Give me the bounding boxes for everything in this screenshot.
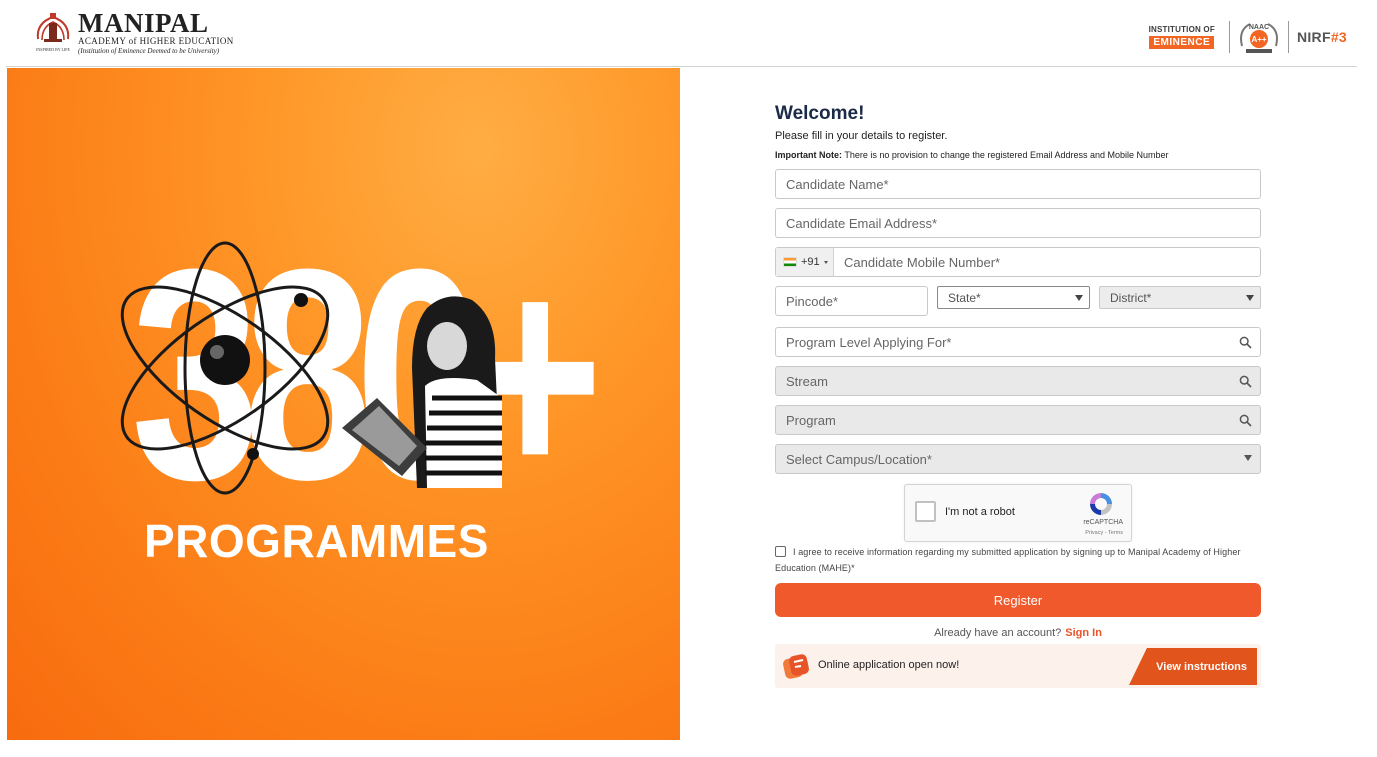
district-placeholder: District* [1110, 290, 1152, 305]
country-code-value: +91 [801, 256, 820, 268]
divider [1287, 21, 1289, 53]
chevron-down-icon [1075, 295, 1083, 301]
manipal-logo[interactable]: INSPIRED BY LIFE MANIPAL ACADEMY of HIGH… [32, 8, 233, 56]
chevron-down-icon [823, 260, 828, 264]
hero-illustration: 380+ [120, 206, 616, 542]
pincode-input[interactable]: Pincode* [775, 286, 928, 316]
candidate-name-input[interactable]: Candidate Name* [775, 169, 1261, 199]
campus-location-select[interactable]: Select Campus/Location* [775, 444, 1261, 474]
chevron-down-icon [1246, 295, 1254, 301]
search-icon [1239, 414, 1252, 427]
program-level-input[interactable]: Program Level Applying For* [775, 327, 1261, 357]
banner-text: Online application open now! [818, 659, 960, 671]
register-button[interactable]: Register [775, 583, 1261, 617]
manipal-emblem-icon: INSPIRED BY LIFE [36, 13, 70, 52]
important-note-label: Important Note: [775, 150, 842, 160]
candidate-name-placeholder: Candidate Name* [786, 176, 889, 192]
naac-grade-text: A++ [1251, 35, 1266, 44]
recaptcha-terms-link[interactable]: Privacy - Terms [1085, 530, 1123, 536]
program-placeholder: Program [786, 412, 836, 428]
important-note: Important Note: There is no provision to… [775, 150, 1169, 160]
search-icon [1239, 375, 1252, 388]
site-header: INSPIRED BY LIFE MANIPAL ACADEMY of HIGH… [0, 0, 1377, 67]
recaptcha-brand: reCAPTCHA [1083, 519, 1123, 526]
candidate-email-input[interactable]: Candidate Email Address* [775, 208, 1261, 238]
stream-placeholder: Stream [786, 373, 828, 389]
important-note-text: There is no provision to change the regi… [842, 150, 1169, 160]
recaptcha-checkbox[interactable] [915, 501, 936, 522]
view-instructions-button[interactable]: View instructions [1129, 648, 1257, 685]
state-select[interactable]: State* [937, 286, 1090, 309]
hero-big-number: 380+ [131, 206, 594, 542]
accreditation-badges: INSTITUTION OF EMINENCE NAAC A++ NIRF#3 [1149, 20, 1347, 54]
form-intro: Please fill in your details to register. [775, 130, 948, 142]
stream-input[interactable]: Stream [775, 366, 1261, 396]
application-banner: Online application open now! View instru… [775, 644, 1261, 688]
application-form-icon [783, 654, 809, 679]
hero-caption: PROGRAMMES [144, 515, 489, 567]
recaptcha-logo-icon [1090, 493, 1112, 515]
divider [1228, 21, 1230, 53]
district-select[interactable]: District* [1099, 286, 1261, 309]
ioe-top-text: INSTITUTION OF [1148, 25, 1215, 34]
consent-checkbox[interactable] [775, 546, 786, 557]
recaptcha-widget: I'm not a robot reCAPTCHA Privacy - Term… [904, 484, 1132, 542]
candidate-mobile-input[interactable]: +91 Candidate Mobile Number* [775, 247, 1261, 277]
naac-top-text: NAAC [1249, 24, 1269, 31]
ioe-bottom-text: EMINENCE [1149, 36, 1215, 49]
recaptcha-label: I'm not a robot [945, 506, 1015, 518]
logo-subtitle: ACADEMY of HIGHER EDUCATION [78, 36, 234, 46]
hero-banner: 380+ PROGRAMMES [7, 68, 680, 740]
state-placeholder: State* [948, 290, 981, 305]
candidate-email-placeholder: Candidate Email Address* [786, 215, 938, 231]
form-title: Welcome! [775, 103, 865, 124]
consent-text: I agree to receive information regarding… [775, 547, 1241, 573]
signin-prompt-row: Already have an account? Sign In [775, 627, 1261, 639]
nirf-rank-badge: NIRF#3 [1297, 29, 1347, 45]
naac-badge-icon: NAAC A++ [1239, 23, 1278, 53]
campus-location-placeholder: Select Campus/Location* [786, 451, 932, 467]
logo-tagline: (Institution of Eminence Deemed to be Un… [78, 47, 220, 55]
logo-name: MANIPAL [78, 8, 209, 38]
candidate-mobile-placeholder: Candidate Mobile Number* [844, 254, 1001, 270]
signin-prompt: Already have an account? [934, 627, 1062, 639]
search-icon [1239, 336, 1252, 349]
header-divider [6, 66, 1357, 67]
nirf-rank: #3 [1330, 29, 1347, 45]
india-flag-icon [783, 257, 797, 267]
pincode-placeholder: Pincode* [786, 293, 839, 309]
consent-row: I agree to receive information regarding… [775, 544, 1261, 576]
program-input[interactable]: Program [775, 405, 1261, 435]
institution-of-eminence-badge: INSTITUTION OF EMINENCE [1149, 25, 1215, 49]
svg-text:INSPIRED BY LIFE: INSPIRED BY LIFE [36, 47, 70, 52]
signin-link[interactable]: Sign In [1065, 627, 1102, 639]
country-code-select[interactable]: +91 [776, 248, 834, 276]
nirf-label: NIRF [1296, 29, 1331, 45]
program-level-placeholder: Program Level Applying For* [786, 334, 952, 350]
chevron-down-icon [1244, 455, 1252, 461]
